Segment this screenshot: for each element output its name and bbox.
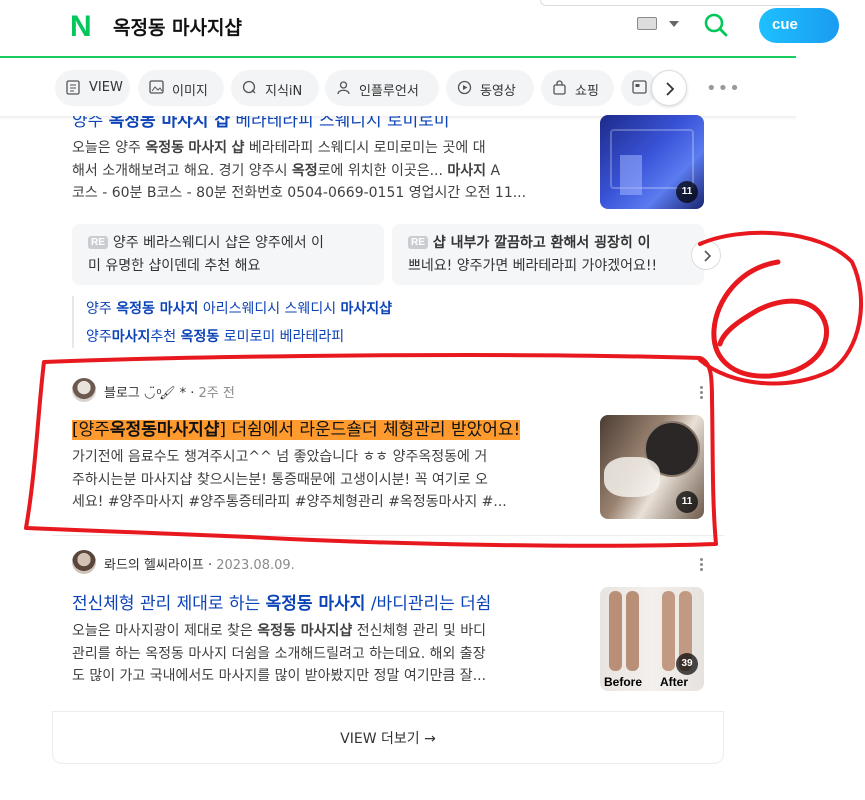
result-description[interactable]: 오늘은 양주 옥정동 마사지 샵 베라테라피 스웨디시 로미로미는 곳에 대 해…: [72, 137, 582, 205]
search-tabs: VIEW 이미지 지식iN 인플루언서 동영상 쇼핑 •••: [0, 70, 865, 108]
tab-shopping[interactable]: 쇼핑: [541, 70, 614, 106]
result-title[interactable]: 양주 옥정동 마사지 샵 베라테라피 스웨디시 로미로미: [72, 116, 450, 131]
result-divider: [52, 535, 724, 536]
before-label: Before: [604, 675, 643, 689]
bag-icon: [553, 80, 566, 95]
popup-edge: [540, 0, 800, 6]
sublink-divider: [72, 296, 74, 348]
tab-label: 동영상: [480, 84, 516, 99]
tab-label: 지식iN: [265, 84, 303, 99]
tab-view[interactable]: VIEW: [55, 70, 130, 106]
tab-label: 이미지: [172, 84, 208, 99]
play-icon: [457, 80, 472, 95]
result-thumbnail[interactable]: 11: [600, 115, 704, 209]
after-label: After: [660, 675, 689, 689]
result-thumbnail[interactable]: 11: [600, 415, 704, 519]
post-time: 2023.08.09.: [216, 558, 295, 573]
cue-button[interactable]: cue: [759, 8, 839, 43]
tab-kin[interactable]: 지식iN: [231, 70, 319, 106]
image-count-badge: 11: [676, 491, 698, 513]
avatar[interactable]: [72, 550, 96, 574]
kebab-menu-icon[interactable]: [700, 558, 704, 572]
review-card[interactable]: RE 샵 내부가 깔끔하고 환해서 굉장히 이 쁘네요! 양주가면 베라테라피 가…: [392, 224, 704, 285]
reviews-next-button[interactable]: [691, 240, 721, 270]
tab-image[interactable]: 이미지: [138, 70, 224, 106]
review-badge: RE: [408, 236, 428, 249]
avatar[interactable]: [72, 378, 96, 402]
result-source[interactable]: 블로그 ◡̈ ͦ🖌 * · 2주 전: [104, 382, 235, 401]
annotation-number-six: [711, 259, 830, 379]
view-icon: [66, 80, 80, 95]
more-icon[interactable]: •••: [706, 78, 741, 99]
tab-influencer[interactable]: 인플루언서: [325, 70, 439, 106]
tab-label: VIEW: [89, 80, 123, 95]
sublink[interactable]: 양주마사지추천 옥정동 로미로미 베라테라피: [86, 326, 344, 346]
kin-icon: [242, 80, 256, 94]
chevron-right-icon: [666, 82, 675, 96]
tab-video[interactable]: 동영상: [446, 70, 534, 106]
view-more-button[interactable]: VIEW 더보기 →: [52, 712, 724, 764]
image-count-badge: 11: [676, 181, 698, 203]
chevron-right-icon: [704, 250, 712, 262]
result-description[interactable]: 오늘은 마사지광이 제대로 찾은 옥정동 마사지샵 전신체형 관리 및 바디 관…: [72, 620, 582, 688]
chevron-down-icon[interactable]: [669, 21, 679, 27]
search-query[interactable]: 옥정동 마사지샵: [113, 13, 242, 40]
search-header: N 옥정동 마사지샵 cue: [0, 0, 839, 58]
image-icon: [149, 80, 164, 94]
review-badge: RE: [88, 236, 108, 249]
result-title[interactable]: 전신체형 관리 제대로 하는 옥정동 마사지 /바디관리는 더쉼: [72, 589, 491, 614]
post-time: 2주 전: [198, 386, 235, 401]
search-icon[interactable]: [704, 13, 728, 37]
annotation-circle: [698, 230, 864, 386]
result-description[interactable]: 가기전에 음료수도 챙겨주시고^^ 넘 좋았습니다 ㅎㅎ 양주옥정동에 거 주하…: [72, 446, 582, 514]
arrow-right-icon: →: [424, 731, 436, 747]
review-card[interactable]: RE 양주 베라스웨디시 샵은 양주에서 이 미 유명한 샵이덴데 추천 해요: [72, 224, 384, 285]
news-icon: [632, 80, 647, 94]
result-thumbnail[interactable]: Before After 39: [600, 587, 704, 691]
person-icon: [337, 81, 350, 95]
result-source[interactable]: 롸드의 헬씨라이프 · 2023.08.09.: [104, 554, 295, 573]
tabs-next-button[interactable]: [651, 70, 687, 106]
result-title[interactable]: [양주옥정동마사지샵] 더쉼에서 라운드숄더 체형관리 받았어요!: [72, 415, 521, 440]
naver-logo[interactable]: N: [70, 10, 92, 44]
kebab-menu-icon[interactable]: [700, 386, 704, 400]
tab-label: 인플루언서: [359, 84, 419, 99]
keyboard-icon[interactable]: [637, 17, 657, 30]
tab-label: 쇼핑: [575, 84, 599, 99]
sublink[interactable]: 양주 옥정동 마사지 아리스웨디시 스웨디시 마사지샵: [86, 298, 392, 318]
image-count-badge: 39: [676, 653, 698, 675]
